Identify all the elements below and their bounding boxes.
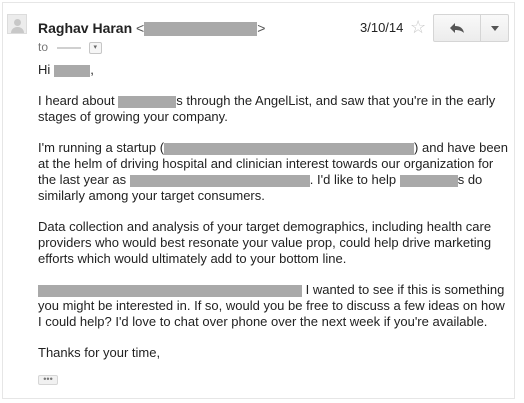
redacted-name: [54, 64, 91, 77]
recipient-details-toggle[interactable]: ▾: [88, 41, 102, 54]
avatar-icon: [7, 14, 27, 34]
message-body: Hi, I heard about s through the AngelLis…: [38, 62, 508, 361]
redacted-recipient: [57, 46, 82, 49]
recipient-line: to ▾: [38, 40, 102, 54]
paragraph-1: I heard about s through the AngelList, a…: [38, 93, 496, 124]
show-trimmed-content-button[interactable]: •••: [38, 375, 58, 385]
paragraph-2: I'm running a startup () and have been a…: [38, 140, 509, 203]
to-label: to: [38, 40, 49, 54]
sender-email-close: >: [257, 20, 266, 36]
sender-email-open: <: [136, 20, 145, 36]
message-date: 3/10/14: [360, 20, 404, 35]
more-actions-button[interactable]: [481, 15, 508, 41]
message-actions: [433, 14, 509, 42]
redacted-company: [118, 95, 177, 108]
reply-button[interactable]: [434, 15, 481, 41]
greeting: Hi,: [38, 62, 94, 77]
paragraph-3: Data collection and analysis of your tar…: [38, 219, 492, 266]
sender-line: Raghav Haran < >: [38, 20, 266, 37]
redacted-company: [399, 174, 458, 187]
chevron-down-icon: [490, 25, 499, 31]
redacted-sender-email: [144, 22, 258, 37]
redacted-sentence: [38, 284, 302, 297]
sender-name[interactable]: Raghav Haran: [38, 20, 132, 36]
reply-icon: [450, 23, 464, 33]
closing: Thanks for your time,: [38, 345, 161, 360]
star-icon[interactable]: ☆: [410, 17, 426, 37]
ellipsis-icon: •••: [43, 374, 53, 384]
redacted-role: [129, 174, 310, 187]
paragraph-4: I wanted to see if this is something you…: [38, 282, 505, 329]
redacted-startup: [164, 142, 415, 155]
